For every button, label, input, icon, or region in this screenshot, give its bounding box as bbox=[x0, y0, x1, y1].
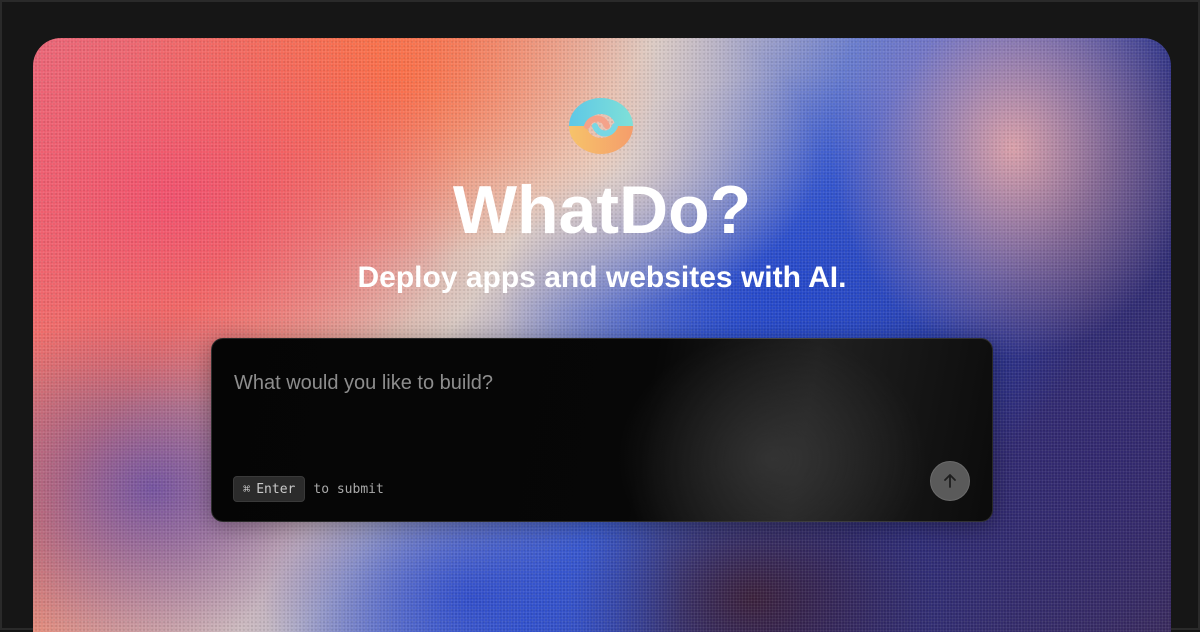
enter-key-label: Enter bbox=[256, 481, 296, 497]
submit-button[interactable] bbox=[930, 461, 970, 501]
hero-section: WhatDo? Deploy apps and websites with AI… bbox=[33, 38, 1171, 632]
interlocking-rings-logo-icon bbox=[569, 98, 633, 154]
prompt-box: ⌘ Enter to submit bbox=[211, 338, 993, 522]
window-frame: WhatDo? Deploy apps and websites with AI… bbox=[0, 0, 1200, 632]
keyboard-shortcut-badge: ⌘ Enter bbox=[233, 476, 306, 502]
page-title: WhatDo? bbox=[452, 172, 752, 248]
shortcut-hint-text: to submit bbox=[313, 481, 384, 497]
page-tagline: Deploy apps and websites with AI. bbox=[357, 261, 847, 294]
submit-shortcut-hint: ⌘ Enter to submit bbox=[233, 476, 384, 502]
prompt-input[interactable] bbox=[232, 367, 956, 451]
command-key-icon: ⌘ bbox=[243, 482, 251, 496]
arrow-up-icon bbox=[944, 474, 956, 488]
